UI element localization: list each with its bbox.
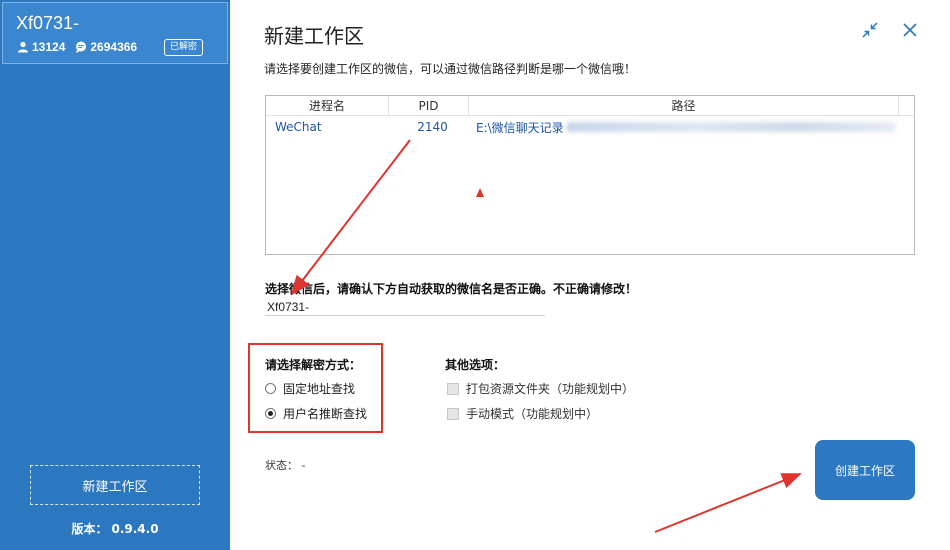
collapse-icon: [862, 22, 878, 38]
cell-path: E:\微信聊天记录: [469, 119, 899, 136]
contacts-stat: 13124: [17, 40, 65, 54]
radio-fixed-address[interactable]: 固定地址查找: [265, 380, 355, 397]
header-path: 路径: [469, 96, 899, 115]
sidebar: Xf0731- 13124 2694366 已解密 新建工作区 版本： 0.9.4…: [0, 0, 230, 550]
chat-bubble-icon: [76, 41, 87, 53]
version-info: 版本： 0.9.4.0: [0, 520, 230, 537]
wechat-process-table: 进程名 PID 路径 WeChat 2140 E:\微信聊天记录: [265, 95, 915, 255]
cell-path-text: E:\微信聊天记录: [476, 120, 564, 135]
wechat-name-input[interactable]: [265, 298, 545, 316]
user-icon: [18, 41, 28, 53]
checkbox[interactable]: [447, 407, 459, 420]
table-header: 进程名 PID 路径: [266, 96, 914, 116]
status-value: -: [301, 459, 306, 472]
messages-stat: 2694366: [75, 40, 137, 54]
version-value: 0.9.4.0: [111, 522, 159, 536]
arrow-to-create-button: [654, 473, 802, 533]
collapse-button[interactable]: [860, 20, 880, 40]
checkbox-label: 手动模式（功能规划中）: [466, 407, 599, 421]
messages-count: 2694366: [90, 40, 138, 54]
account-name: Xf0731-: [16, 13, 80, 33]
table-row[interactable]: WeChat 2140 E:\微信聊天记录: [266, 116, 914, 138]
header-process: 进程名: [266, 96, 389, 115]
checkbox-label: 打包资源文件夹（功能规划中）: [466, 382, 635, 396]
checkbox-manual-mode[interactable]: 手动模式（功能规划中）: [447, 405, 598, 422]
cell-process: WeChat: [275, 120, 322, 134]
path-redacted: [565, 122, 896, 132]
dialog-subtitle: 请选择要创建工作区的微信，可以通过微信路径判断是哪一个微信哦！: [264, 62, 637, 76]
radio-label: 用户名推断查找: [283, 407, 368, 421]
new-workspace-button[interactable]: 新建工作区: [30, 465, 200, 505]
dialog-title: 新建工作区: [264, 24, 364, 48]
header-pid: PID: [389, 96, 469, 115]
account-card[interactable]: Xf0731- 13124 2694366 已解密: [2, 2, 228, 64]
cell-pid: 2140: [417, 120, 448, 134]
account-stats: 13124 2694366: [17, 40, 147, 54]
checkbox[interactable]: [447, 382, 459, 395]
close-button[interactable]: [900, 20, 920, 40]
create-workspace-button[interactable]: 创建工作区: [815, 440, 915, 500]
confirm-name-label: 选择微信后，请确认下方自动获取的微信名是否正确。不正确请修改！: [265, 282, 638, 296]
version-label: 版本：: [71, 522, 108, 536]
decrypt-method-title: 请选择解密方式：: [265, 358, 362, 372]
contacts-count: 13124: [32, 40, 66, 54]
checkbox-pack-resources[interactable]: 打包资源文件夹（功能规划中）: [447, 380, 634, 397]
radio-button-selected[interactable]: [265, 408, 276, 419]
radio-username-infer[interactable]: 用户名推断查找: [265, 405, 367, 422]
status-label: 状态：: [265, 459, 298, 472]
decrypted-badge: 已解密: [164, 39, 204, 56]
other-options-title: 其他选项：: [445, 358, 506, 372]
close-icon: [903, 23, 917, 37]
status-line: 状态： -: [265, 457, 305, 473]
radio-label: 固定地址查找: [283, 382, 356, 396]
radio-button[interactable]: [265, 383, 276, 394]
